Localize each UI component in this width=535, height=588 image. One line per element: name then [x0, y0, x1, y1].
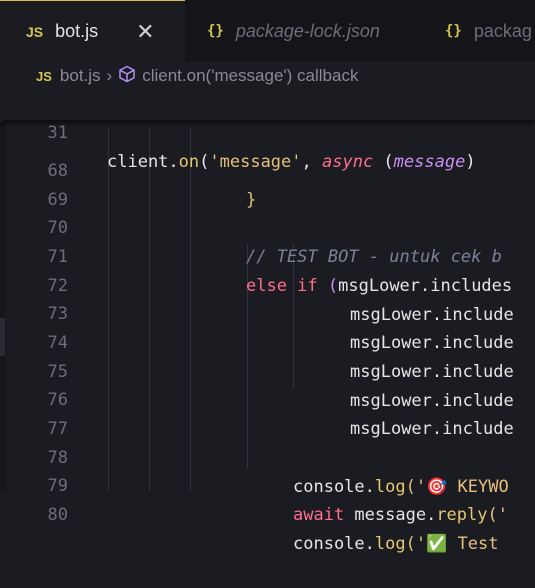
- code-line: 31 client.on('message', async (message): [0, 90, 535, 172]
- code-token: client.: [107, 152, 179, 172]
- code-token: (: [373, 152, 394, 172]
- tab-label: package-lock.json: [235, 20, 380, 41]
- code-token: ,: [301, 152, 322, 172]
- json-file-icon: {}: [207, 23, 224, 39]
- breadcrumb: JS bot.js › client.on('message') callbac…: [0, 62, 535, 90]
- tab-label: bot.js: [55, 21, 99, 41]
- code-line: 72 msgLower.include: [0, 243, 535, 325]
- breadcrumb-symbol[interactable]: client.on('message') callback: [142, 66, 358, 86]
- code-line: 70 // TEST BOT - untuk cek b: [0, 185, 535, 267]
- breadcrumb-file[interactable]: bot.js: [60, 66, 101, 86]
- line-number: 31: [47, 123, 68, 143]
- tab-label: packag: [473, 20, 532, 41]
- code-line: 73 msgLower.include: [0, 271, 535, 353]
- code-line: 75 msgLower.include: [0, 329, 535, 411]
- code-token: message.: [344, 505, 437, 525]
- json-file-icon: {}: [445, 23, 462, 39]
- javascript-file-icon: JS: [36, 68, 52, 84]
- code-line: 78 console.log('🎯 KEYWO: [0, 415, 535, 497]
- tab-bot-js[interactable]: JS bot.js ✕: [0, 0, 185, 62]
- code-line: 76 msgLower.include: [0, 357, 535, 439]
- code-token: (': [405, 534, 427, 554]
- javascript-file-icon: JS: [26, 23, 44, 40]
- code-line: 71 else if (msgLower.includes: [0, 214, 535, 296]
- code-token: ): [465, 152, 476, 172]
- code-token: log: [374, 534, 406, 554]
- code-token: Test: [447, 534, 499, 554]
- code-token: (: [199, 152, 210, 172]
- code-line: 77: [0, 386, 535, 439]
- code-line: 74 msgLower.include: [0, 300, 535, 382]
- code-token: on: [178, 152, 200, 172]
- tab-bar: JS bot.js ✕ {} package-lock.json {} pack…: [0, 0, 535, 62]
- code-token: message: [393, 152, 466, 172]
- cube-icon: [118, 65, 136, 88]
- code-token: (': [487, 505, 508, 525]
- chevron-right-icon: ›: [106, 66, 113, 85]
- code-line: 80 console.log('✅ Test: [0, 472, 535, 554]
- code-token: await: [293, 505, 345, 525]
- check-mark-icon: ✅: [426, 534, 448, 554]
- tab-package-json[interactable]: {} packag: [425, 0, 535, 62]
- line-number: 80: [47, 505, 68, 525]
- close-icon[interactable]: ✕: [136, 19, 154, 45]
- tab-package-lock-json[interactable]: {} package-lock.json: [185, 0, 425, 62]
- code-token: reply: [436, 505, 488, 525]
- sticky-scroll-line[interactable]: 31 client.on('message', async (message): [0, 90, 535, 172]
- code-token: console.: [293, 534, 375, 554]
- code-token: async: [322, 152, 374, 172]
- code-token: 'message': [209, 152, 302, 172]
- code-line: 79 await message.reply(': [0, 443, 535, 525]
